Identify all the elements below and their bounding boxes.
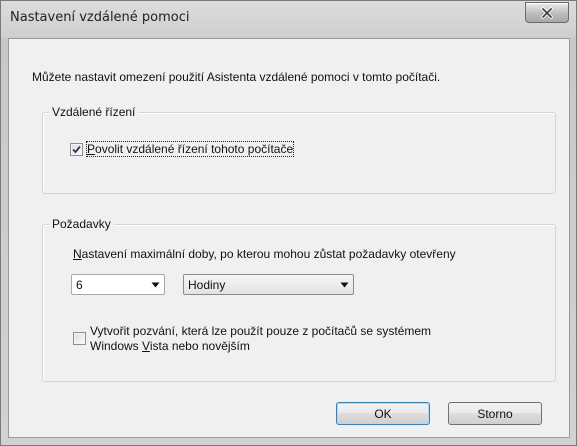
vista-line2-after: ista nebo novějším — [149, 339, 250, 353]
dialog-window: Nastavení vzdálené pomoci Můžete nastavi… — [0, 0, 577, 446]
allow-remote-control-checkbox[interactable] — [70, 143, 83, 156]
allow-remote-control-label[interactable]: Povolit vzdálené řízení tohoto počítače — [85, 141, 295, 157]
vista-only-checkbox[interactable] — [73, 332, 86, 345]
invitations-legend: Požadavky — [49, 217, 114, 231]
vista-line2-before: Windows — [90, 339, 143, 353]
checkmark-icon — [72, 145, 81, 154]
duration-value-combo[interactable]: 6 — [71, 274, 165, 295]
ok-button[interactable]: OK — [336, 402, 430, 425]
close-button[interactable] — [525, 2, 569, 23]
allow-label-rest: ovolit vzdálené řízení tohoto počítače — [95, 142, 294, 156]
chevron-down-icon — [335, 275, 353, 294]
allow-hotkey: P — [87, 142, 96, 156]
duration-label: Nastavení maximální doby, po kterou moho… — [73, 247, 456, 261]
duration-unit: Hodiny — [188, 277, 226, 292]
cancel-button[interactable]: Storno — [448, 402, 542, 425]
duration-value: 6 — [76, 277, 83, 292]
invitations-group: Požadavky Nastavení maximální doby, po k… — [42, 217, 556, 382]
close-icon — [540, 6, 554, 19]
duration-unit-combo[interactable]: Hodiny — [183, 274, 354, 295]
chevron-down-icon — [146, 275, 164, 294]
dialog-client-area: Můžete nastavit omezení použití Asistent… — [8, 38, 570, 438]
title-bar[interactable]: Nastavení vzdálené pomoci — [1, 1, 576, 37]
duration-label-rest: astavení maximální doby, po kterou mohou… — [81, 247, 456, 261]
remote-control-legend: Vzdálené řízení — [49, 105, 139, 119]
vista-only-label-line2[interactable]: Windows Vista nebo novějším — [90, 339, 250, 353]
remote-control-group: Vzdálené řízení Povolit vzdálené řízení … — [42, 105, 556, 194]
intro-text: Můžete nastavit omezení použití Asistent… — [32, 70, 441, 84]
duration-hotkey: N — [73, 247, 82, 261]
vista-hotkey: V — [142, 339, 150, 353]
window-title: Nastavení vzdálené pomoci — [10, 10, 190, 25]
vista-only-label-line1[interactable]: Vytvořit pozvání, která lze použít pouze… — [90, 324, 431, 338]
